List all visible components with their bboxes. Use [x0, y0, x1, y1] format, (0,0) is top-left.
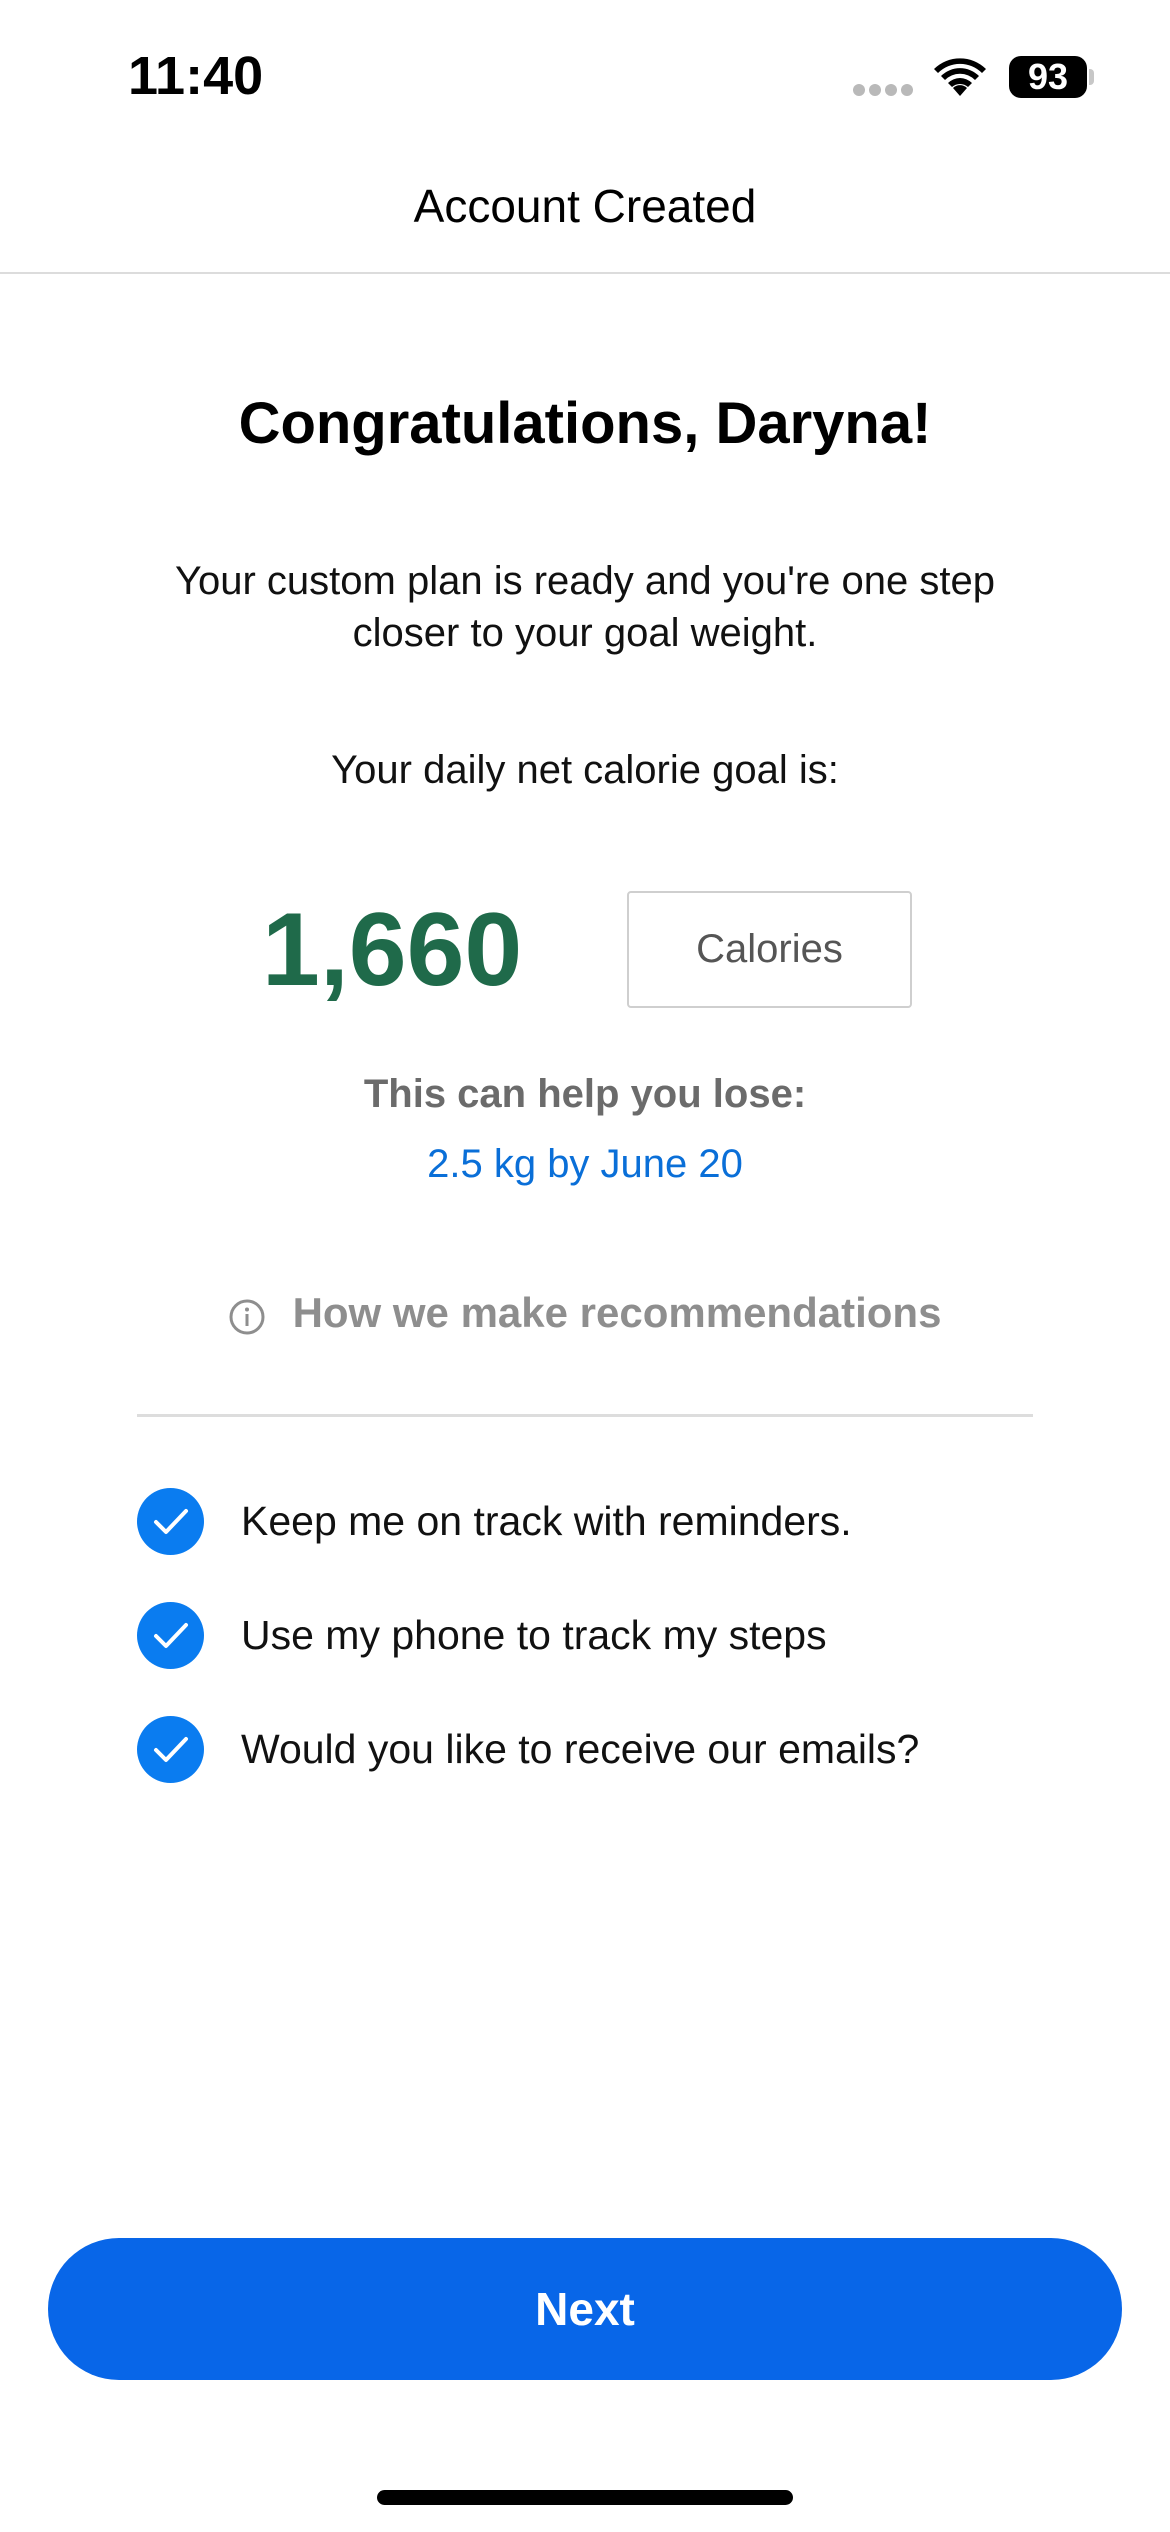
emails-checkbox[interactable]	[137, 1716, 204, 1783]
checkmark-icon	[154, 1623, 188, 1648]
calorie-goal-label: Your daily net calorie goal is:	[331, 748, 839, 792]
calorie-unit-selector[interactable]: Calories	[627, 891, 912, 1008]
battery-level: 93	[1027, 56, 1069, 97]
weight-loss-value: 2.5 kg by June 20	[427, 1142, 743, 1186]
home-indicator	[377, 2490, 793, 2505]
checkmark-icon	[154, 1737, 188, 1762]
steps-option-label: Use my phone to track my steps	[241, 1612, 827, 1658]
next-button[interactable]: Next	[48, 2238, 1122, 2380]
emails-option[interactable]: Would you like to receive our emails?	[137, 1716, 1057, 1786]
nav-title: Account Created	[413, 180, 757, 232]
status-bar: 11:40 93	[0, 0, 1170, 150]
section-divider	[137, 1414, 1033, 1417]
recommendations-link[interactable]: How we make recommendations	[0, 1287, 1170, 1339]
steps-checkbox[interactable]	[137, 1602, 204, 1669]
status-time: 11:40	[128, 46, 264, 106]
signal-dots-icon	[853, 84, 915, 96]
checkmark-icon	[154, 1509, 188, 1534]
weight-loss-label: This can help you lose:	[363, 1072, 807, 1116]
steps-option[interactable]: Use my phone to track my steps	[137, 1602, 1057, 1672]
nav-divider	[0, 272, 1170, 274]
battery-icon: 93	[1009, 56, 1087, 98]
calorie-goal-value: 1,660	[262, 892, 523, 1008]
reminders-checkbox[interactable]	[137, 1488, 204, 1555]
info-icon	[229, 1295, 265, 1335]
emails-option-label: Would you like to receive our emails?	[241, 1726, 920, 1772]
recommendations-link-label: How we make recommendations	[292, 1289, 942, 1336]
plan-ready-text: Your custom plan is ready and you're one…	[175, 559, 995, 655]
reminders-option-label: Keep me on track with reminders.	[241, 1498, 852, 1544]
wifi-icon	[933, 56, 987, 98]
reminders-option[interactable]: Keep me on track with reminders.	[137, 1488, 1057, 1558]
page-headline: Congratulations, Daryna!	[238, 391, 932, 456]
battery-tip	[1089, 69, 1094, 85]
